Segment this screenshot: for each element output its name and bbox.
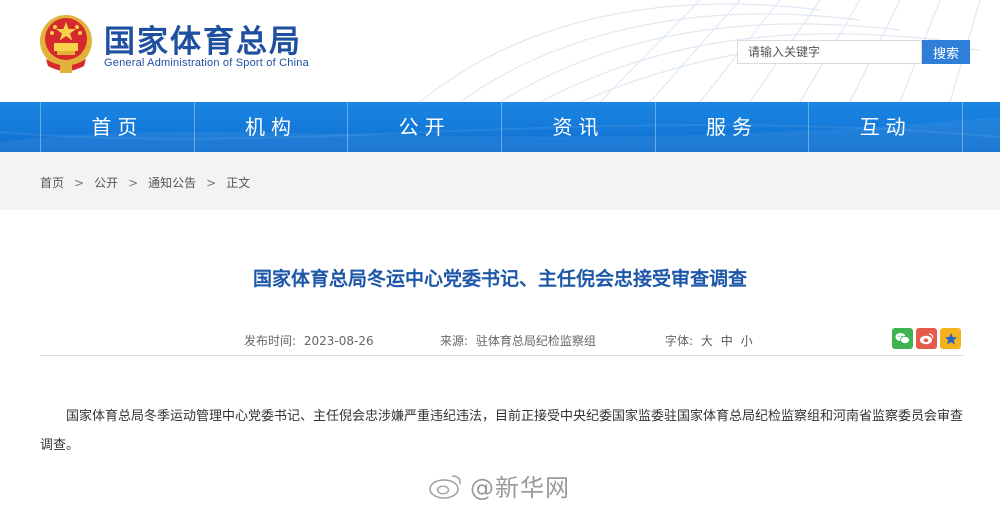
font-size-small-button[interactable]: 小 [741, 334, 753, 348]
nav-item-public[interactable]: 公开 [347, 102, 501, 152]
source-label: 来源: [440, 334, 469, 348]
weibo-share-button[interactable] [916, 328, 937, 349]
publish-info: 发布时间: 2023-08-26 [244, 332, 374, 349]
favorite-button[interactable] [940, 328, 961, 349]
national-emblem-icon [40, 15, 92, 73]
nav-item-news[interactable]: 资讯 [501, 102, 655, 152]
breadcrumb-current: 正文 [226, 176, 251, 190]
font-size-large-button[interactable]: 大 [701, 334, 713, 348]
breadcrumb-notices[interactable]: 通知公告 [148, 174, 196, 191]
nav-item-interaction[interactable]: 互动 [808, 102, 964, 152]
source-value: 驻体育总局纪检监察组 [475, 334, 596, 348]
font-size-medium-button[interactable]: 中 [721, 334, 733, 348]
publish-label: 发布时间: [244, 334, 297, 348]
article-title: 国家体育总局冬运中心党委书记、主任倪会忠接受审查调查 [252, 268, 747, 290]
publish-date: 2023-08-26 [303, 334, 374, 348]
meta-divider [40, 355, 963, 356]
breadcrumb-home[interactable]: 首页 [40, 174, 64, 191]
font-size-label: 字体: [665, 334, 694, 348]
breadcrumb-public[interactable]: 公开 [94, 174, 118, 191]
site-logo-subtitle: General Administration of Sport of China [104, 57, 309, 69]
favorite-icon [944, 332, 957, 344]
article-meta: 发布时间: 2023-08-26 来源: 驻体育总局纪检监察组 字体: 大 中 … [0, 332, 1000, 348]
weibo-watermark-icon [429, 474, 461, 499]
font-size-control: 字体: 大 中 小 [665, 332, 753, 349]
wechat-icon [895, 333, 910, 344]
site-header: 国家体育总局 General Administration of Sport o… [0, 0, 1000, 102]
watermark-text: @新华网 [470, 474, 570, 502]
nav-item-home[interactable]: 首页 [40, 102, 194, 152]
article-body: 国家体育总局冬季运动管理中心党委书记、主任倪会忠涉嫌严重违纪违法，目前正接受中央… [40, 409, 964, 453]
search-input[interactable] [737, 40, 922, 64]
breadcrumb-separator: > [206, 175, 217, 190]
wechat-share-button[interactable] [892, 328, 913, 349]
breadcrumb: 首页 > 公开 > 通知公告 > 正文 [40, 174, 250, 191]
xinhua-watermark: @新华网 [428, 468, 570, 503]
breadcrumb-separator: > [128, 175, 139, 190]
search-button[interactable]: 搜索 [922, 40, 970, 64]
main-nav: 首页 机构 公开 资讯 服务 互动 [0, 102, 1000, 152]
site-logo-title[interactable]: 国家体育总局 [104, 16, 302, 61]
weibo-icon [920, 333, 934, 345]
breadcrumb-separator: > [74, 175, 85, 190]
nav-item-organization[interactable]: 机构 [193, 102, 348, 152]
breadcrumb-bar: 首页 > 公开 > 通知公告 > 正文 [0, 152, 1000, 210]
nav-item-service[interactable]: 服务 [654, 102, 809, 152]
source-info: 来源: 驻体育总局纪检监察组 [440, 332, 596, 349]
share-bar [892, 328, 961, 349]
